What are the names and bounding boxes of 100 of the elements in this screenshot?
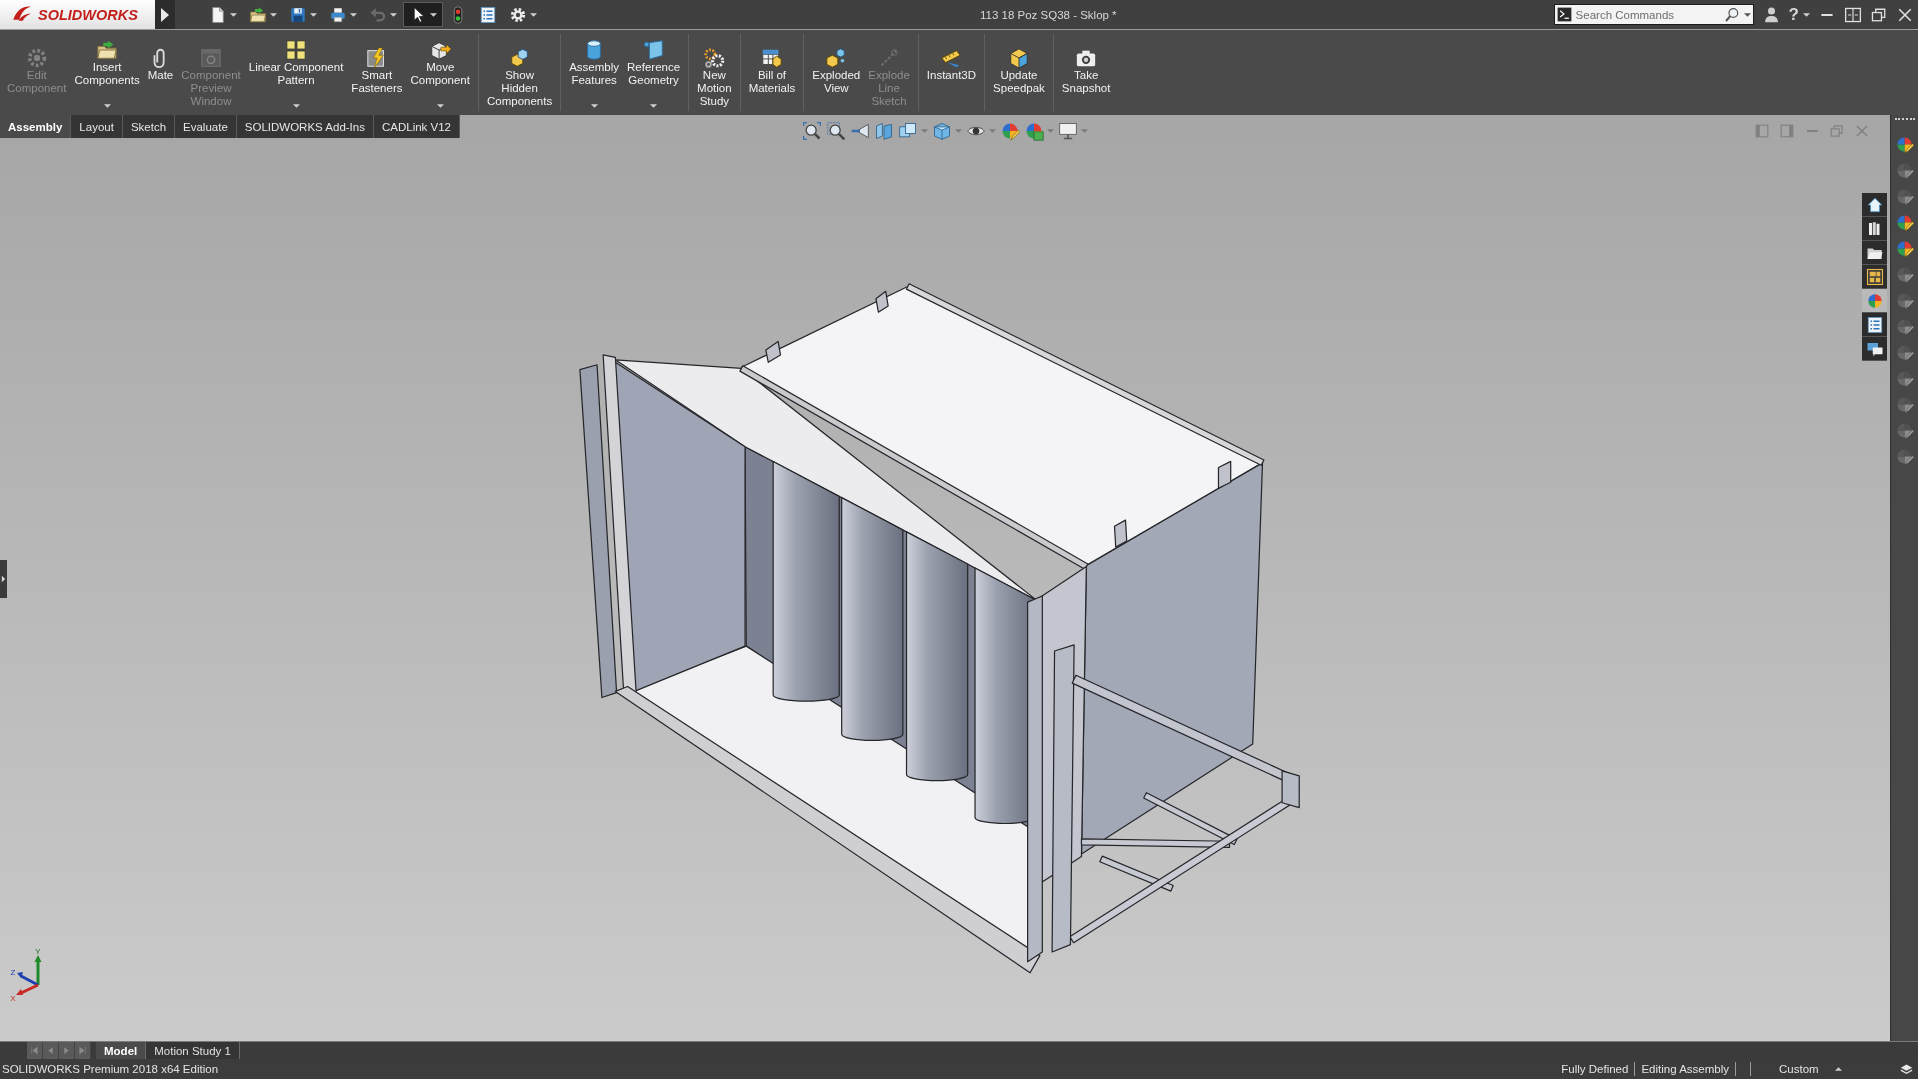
assembly-features-button[interactable]: Assembly Features xyxy=(565,30,624,115)
caret-icon xyxy=(292,104,300,108)
color-ball-pencil-icon xyxy=(1895,239,1914,258)
take-snapshot-button[interactable]: Take Snapshot xyxy=(1057,30,1115,115)
tab[interactable]: SOLIDWORKS Add-Ins xyxy=(236,115,374,138)
previous-button[interactable] xyxy=(43,1042,59,1059)
task-pane-tab[interactable] xyxy=(1862,313,1887,337)
color-ball-pencil-icon xyxy=(1895,265,1914,284)
task-pane-tab[interactable] xyxy=(1862,241,1887,265)
new-motion-study-button[interactable]: New Motion Study xyxy=(693,30,736,115)
first-button[interactable] xyxy=(27,1042,43,1059)
triangle-icon xyxy=(1,575,6,583)
search-field[interactable]: Search Commands xyxy=(1575,6,1720,23)
caret-icon xyxy=(955,129,962,133)
insert-components-button[interactable]: Insert Components xyxy=(70,30,144,115)
color-ball-pencil-icon xyxy=(1895,395,1914,414)
settings-icon xyxy=(509,5,527,24)
linear-component-pattern-button[interactable]: Linear Component Pattern xyxy=(244,30,348,115)
tab[interactable]: Motion Study 1 xyxy=(146,1042,240,1059)
toolbar-button[interactable] xyxy=(850,121,870,141)
display-pane-button[interactable] xyxy=(1895,135,1914,154)
flyout-button[interactable] xyxy=(155,0,175,29)
units-button[interactable]: Custom xyxy=(1751,1063,1881,1075)
restore-icon xyxy=(1829,123,1845,139)
toolbar-button[interactable] xyxy=(802,121,822,141)
home-icon xyxy=(1865,195,1884,214)
display-pane-button[interactable] xyxy=(1895,213,1914,232)
task-pane-tab[interactable] xyxy=(1862,265,1887,289)
cube-icon xyxy=(1007,47,1030,69)
caret-icon xyxy=(1047,129,1054,133)
close-icon xyxy=(1854,123,1870,139)
edit-mode-status: Editing Assembly xyxy=(1635,1062,1736,1076)
smart-fasteners-button[interactable]: Smart Fasteners xyxy=(347,30,407,115)
last-button[interactable] xyxy=(75,1042,91,1059)
skip-back-icon xyxy=(30,1046,39,1055)
caret-icon xyxy=(430,12,437,17)
color-ball-pencil-icon xyxy=(1895,421,1914,440)
caret-icon xyxy=(1743,12,1751,17)
document-icon xyxy=(209,5,227,24)
search-bar[interactable]: Search Commands xyxy=(1553,4,1754,25)
play-arrow-icon xyxy=(161,7,169,22)
definition-status: Fully Defined xyxy=(1555,1062,1636,1076)
help-button[interactable]: ? xyxy=(1784,1,1814,28)
axes-icon xyxy=(16,955,42,995)
caret-icon xyxy=(310,12,317,17)
task-pane-tab[interactable] xyxy=(1862,217,1887,241)
table-icon xyxy=(760,47,783,69)
search-icon xyxy=(1723,6,1740,23)
tile-left-button[interactable] xyxy=(1754,123,1770,139)
tile-right-button[interactable] xyxy=(1779,123,1795,139)
show-hidden-components-button[interactable]: Show Hidden Components xyxy=(482,30,557,115)
tab[interactable]: Sketch xyxy=(122,115,176,138)
color-ball-pencil-icon xyxy=(1895,447,1914,466)
caret-icon xyxy=(1803,12,1810,17)
reference-geometry-button[interactable]: Reference Geometry xyxy=(623,30,685,115)
dashed-line-icon xyxy=(878,47,901,69)
color-ball-square-icon xyxy=(1024,121,1044,141)
select-button[interactable] xyxy=(403,2,443,27)
mate-button[interactable]: Mate xyxy=(143,30,178,115)
caret-icon xyxy=(436,104,444,108)
caret-icon xyxy=(103,104,111,108)
back-arrow-icon xyxy=(850,121,870,141)
tab[interactable]: Evaluate xyxy=(175,115,237,138)
tab[interactable]: Layout xyxy=(71,115,123,138)
axis-label: Y xyxy=(35,947,41,956)
magnifier-frame-icon xyxy=(802,121,822,141)
list-icon xyxy=(479,5,497,24)
move-component-button[interactable]: Move Component xyxy=(406,30,474,115)
grid-icon xyxy=(285,39,308,61)
bill-of-materials-button[interactable]: Bill of Materials xyxy=(744,30,800,115)
tile-icon xyxy=(1844,5,1862,24)
folder-arrow-icon xyxy=(96,39,119,61)
folder-arrow-icon xyxy=(249,5,267,24)
caret-icon xyxy=(921,129,928,133)
axis-label: Z xyxy=(10,968,16,977)
panel-left-icon xyxy=(1754,123,1770,139)
task-pane-tab[interactable] xyxy=(1862,193,1887,217)
play-arrow-icon xyxy=(62,1046,71,1055)
task-pane-tab[interactable] xyxy=(1862,337,1887,361)
caret-icon xyxy=(989,129,996,133)
exploded-view-button[interactable]: Exploded View xyxy=(808,30,865,115)
color-ball-pencil-icon xyxy=(1895,161,1914,180)
skip-forward-icon xyxy=(78,1046,87,1055)
list-icon xyxy=(1865,315,1884,334)
window-title: 113 18 Poz SQ38 - Sklop * xyxy=(979,8,1118,21)
display-pane-button[interactable] xyxy=(1895,239,1914,258)
update-speedpak-button[interactable]: Update Speedpak xyxy=(989,30,1049,115)
tab[interactable]: Model xyxy=(96,1042,147,1059)
product-edition-text: SOLIDWORKS Premium 2018 x64 Edition xyxy=(1,1063,219,1075)
layout-grid-icon xyxy=(1865,267,1884,286)
tab[interactable]: Assembly xyxy=(0,115,72,138)
toolbar-button[interactable] xyxy=(826,121,846,141)
gear-icon xyxy=(25,47,48,69)
color-ball-pencil-icon xyxy=(1000,121,1020,141)
instant3d-button[interactable]: Instant3D xyxy=(922,30,981,115)
next-button[interactable] xyxy=(59,1042,75,1059)
collapse-handle[interactable] xyxy=(0,560,7,598)
toolbar-button[interactable] xyxy=(1058,121,1088,141)
plane-icon xyxy=(642,39,665,61)
tab[interactable]: CADLink V12 xyxy=(373,115,460,138)
